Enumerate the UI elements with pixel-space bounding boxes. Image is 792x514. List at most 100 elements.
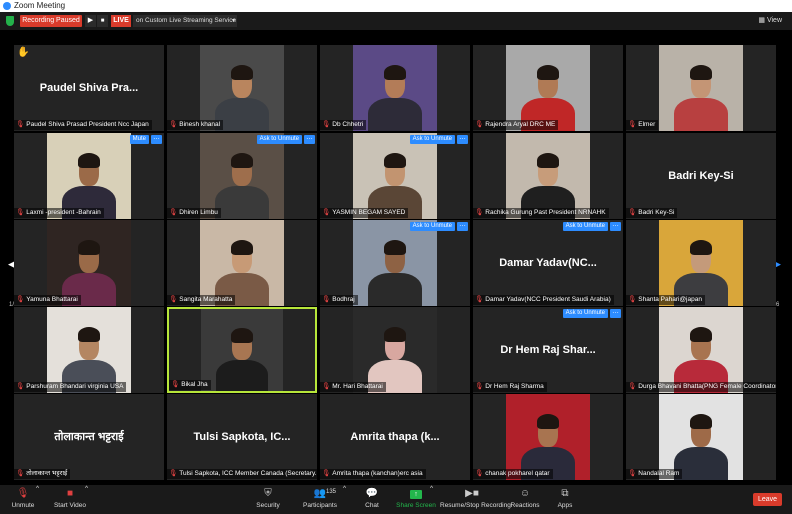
participant-figure <box>215 186 269 219</box>
participant-name: Mr. Hari Bhattarai <box>332 383 383 390</box>
participants-chevron-icon[interactable]: ^ <box>343 485 346 514</box>
participant-name: Sangita Marahatta <box>179 296 233 303</box>
microphone-muted-icon: 🎙 <box>628 470 637 477</box>
participant-tile[interactable]: Damar Yadav(NC... Ask to Unmute… 🎙 Damar Ya… <box>473 220 623 306</box>
unmute-button[interactable]: 🎙 Unmute <box>6 485 40 514</box>
participant-hair <box>230 239 254 256</box>
participant-figure <box>674 98 728 131</box>
participant-tile[interactable]: Tulsi Sapkota, IC... 🎙 Tulsi Sapkota, ICC … <box>167 394 317 480</box>
microphone-muted-icon: 🎙 <box>628 383 637 390</box>
ask-to-unmute-button[interactable]: Ask to Unmute <box>562 309 608 318</box>
start-video-button[interactable]: ■ Start Video <box>50 485 90 514</box>
participant-hair <box>383 152 407 169</box>
participant-tile[interactable]: 🎙 Shanta Pahari@japan <box>626 220 776 306</box>
video-off-icon: ■ <box>66 488 74 499</box>
participant-tile[interactable]: 🎙 Rajendra Aryal DRC ME <box>473 45 623 131</box>
participant-tile[interactable]: तोलाकान्त भट्टराई 🎙 तोलाकान्त भट्टराई <box>14 394 164 480</box>
audio-options-chevron-icon[interactable]: ^ <box>36 485 39 514</box>
more-options-icon[interactable]: … <box>151 134 162 144</box>
microphone-muted-icon: 🎙 <box>322 470 331 477</box>
view-label: View <box>766 17 782 24</box>
participant-name-label: 🎙 Shanta Pahari@japan <box>626 295 705 305</box>
participant-display-name: Dr Hem Raj Shar... <box>500 344 596 356</box>
ask-to-unmute-button[interactable]: Ask to Unmute <box>409 135 455 144</box>
window-titlebar: Zoom Meeting <box>0 0 792 12</box>
more-options-icon[interactable]: … <box>610 308 621 318</box>
participant-video <box>659 307 743 393</box>
video-options-chevron-icon[interactable]: ^ <box>85 485 88 514</box>
chat-button[interactable]: 💬 Chat <box>358 485 386 514</box>
more-options-icon[interactable]: … <box>610 221 621 231</box>
leave-button[interactable]: Leave <box>753 493 782 506</box>
microphone-muted-icon: 🎙 <box>475 383 484 390</box>
participant-tile[interactable]: Amrita thapa (k... 🎙 Amrita thapa (kanchan… <box>320 394 470 480</box>
microphone-muted-icon: 🎙 <box>16 121 25 128</box>
participant-tile[interactable]: 🎙 Sangita Marahatta <box>167 220 317 306</box>
participant-tile[interactable]: 🎙 Parshuram Bhandari virginia USA <box>14 307 164 393</box>
participant-video <box>200 133 284 219</box>
participants-label: Participants <box>303 502 337 509</box>
share-options-chevron-icon[interactable]: ^ <box>430 485 433 514</box>
live-badge: LIVE <box>111 15 131 27</box>
participant-name-label: 🎙 Badri Key-Si <box>626 208 678 218</box>
participant-video <box>200 45 284 131</box>
participant-tile[interactable]: 🎙 Binesh khanal <box>167 45 317 131</box>
more-options-icon[interactable]: … <box>457 134 468 144</box>
participant-hair <box>689 239 713 256</box>
participant-name-label: 🎙 Dhiren Limbu <box>167 208 221 218</box>
apps-button[interactable]: ⧉ Apps <box>552 485 578 514</box>
reactions-button[interactable]: ☺ Reactions <box>510 485 540 514</box>
participant-tile[interactable]: Paudel Shiva Pra... ✋ 🎙 Paudel Shiva Prasad… <box>14 45 164 131</box>
participant-tile[interactable]: Dr Hem Raj Shar... Ask to Unmute… 🎙 Dr Hem … <box>473 307 623 393</box>
participant-name-label: 🎙 Damar Yadav(NCC President Saudi Arabia) <box>473 295 614 305</box>
participant-tile[interactable]: 🎙 chanak pokharel qatar <box>473 394 623 480</box>
resume-stop-recording-button[interactable]: ▶■ Resume/Stop Recording <box>440 485 511 514</box>
participant-tile[interactable]: 🎙 Durga Bhavani Bhatta(PNG Female Coordin… <box>626 307 776 393</box>
participant-tile[interactable]: Ask to Unmute… 🎙 YASMIN BEGAM SAYED <box>320 133 470 219</box>
mute-participant-button[interactable]: Mute <box>129 135 149 144</box>
participant-tile[interactable]: 🎙 Elmer <box>626 45 776 131</box>
encryption-shield-icon[interactable] <box>6 16 14 26</box>
participant-tile[interactable]: Badri Key-Si 🎙 Badri Key-Si <box>626 133 776 219</box>
participant-hair <box>383 239 407 256</box>
ask-to-unmute-button[interactable]: Ask to Unmute <box>409 222 455 231</box>
participant-video <box>47 307 131 393</box>
participant-name: Bikal Jha <box>181 381 208 388</box>
participant-tile[interactable]: 🎙 Mr. Hari Bhattarai <box>320 307 470 393</box>
participant-name-label: 🎙 Binesh khanal <box>167 120 224 130</box>
participant-display-name: Badri Key-Si <box>668 170 734 182</box>
participant-display-name: Amrita thapa (k... <box>350 431 440 443</box>
participant-tile[interactable]: 🎙 Bikal Jha <box>167 307 317 393</box>
ask-to-unmute-button[interactable]: Ask to Unmute <box>562 222 608 231</box>
participant-name: Binesh khanal <box>179 121 221 128</box>
stop-recording-button[interactable]: ■ <box>97 15 108 27</box>
participant-tile[interactable]: 🎙 Db Chhetri <box>320 45 470 131</box>
participant-display-name: तोलाकान्त भट्टराई <box>54 431 124 443</box>
participant-name-label: 🎙 Dr Hem Raj Sharma <box>473 382 547 392</box>
participant-tile[interactable]: 🎙 Rachika Gurung Past President NRNAHK <box>473 133 623 219</box>
participant-tile[interactable]: 🎙 Nandalal Ram <box>626 394 776 480</box>
microphone-muted-icon: 🎙 <box>169 296 178 303</box>
participant-figure <box>215 98 269 131</box>
participant-name: Elmer <box>638 121 656 128</box>
apps-icon: ⧉ <box>561 488 569 499</box>
participant-tile[interactable]: Ask to Unmute… 🎙 Dhiren Limbu <box>167 133 317 219</box>
participant-figure <box>368 273 422 306</box>
participant-video <box>47 133 131 219</box>
microphone-muted-icon: 🎙 <box>322 209 331 216</box>
record-label: Resume/Stop Recording <box>440 502 511 509</box>
view-button[interactable]: ▦ View <box>758 15 782 27</box>
live-stream-service-dropdown[interactable]: on Custom Live Streaming Service ▾ <box>133 15 237 27</box>
security-button[interactable]: ⛨ Security <box>252 485 284 514</box>
participant-name-label: 🎙 Nandalal Ram <box>626 469 683 479</box>
participant-tile[interactable]: Mute… 🎙 Laxmi -president -Bahrain <box>14 133 164 219</box>
ask-to-unmute-button[interactable]: Ask to Unmute <box>256 135 302 144</box>
participant-tile[interactable]: 🎙 Yamuna Bhattarai <box>14 220 164 306</box>
microphone-muted-icon: 🎙 <box>171 381 180 388</box>
participant-display-name: Tulsi Sapkota, IC... <box>193 431 291 443</box>
resume-recording-button[interactable]: ▶ <box>85 15 96 27</box>
participant-name: Paudel Shiva Prasad President Ncc Japan <box>26 121 149 128</box>
more-options-icon[interactable]: … <box>457 221 468 231</box>
more-options-icon[interactable]: … <box>304 134 315 144</box>
participant-tile[interactable]: Ask to Unmute… 🎙 Bodhraj <box>320 220 470 306</box>
